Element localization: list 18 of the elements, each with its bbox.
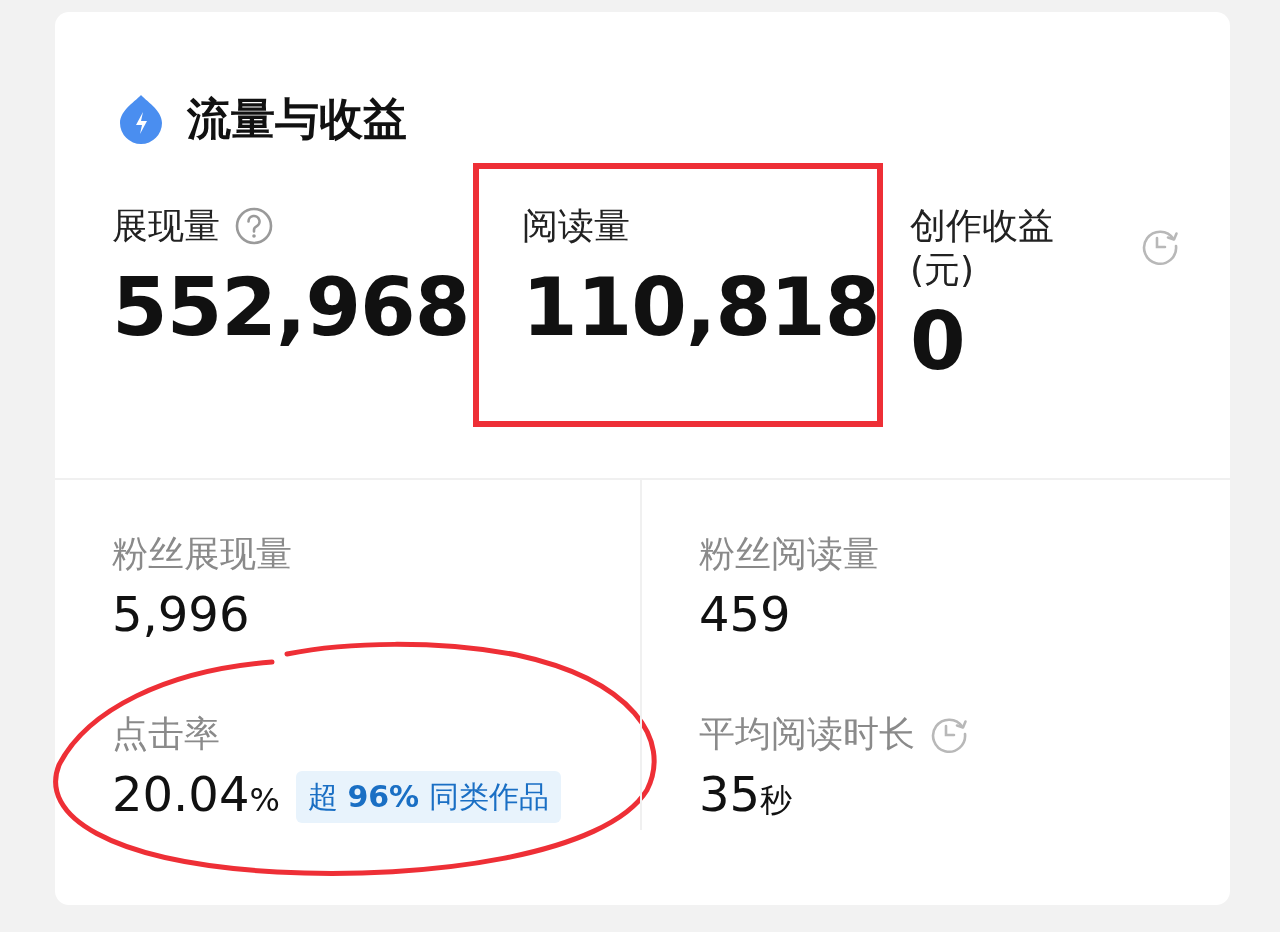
lightning-drop-icon bbox=[117, 94, 165, 144]
stat-value: 20.04% bbox=[112, 765, 280, 824]
stat-value: 5,996 bbox=[112, 585, 250, 644]
stat-label: 点击率 bbox=[112, 712, 220, 756]
stat-value: 0 bbox=[910, 294, 966, 390]
stat-label: 粉丝阅读量 bbox=[699, 532, 879, 576]
stat-value: 110,818 bbox=[522, 260, 881, 356]
stat-label: 阅读量 bbox=[522, 204, 630, 248]
stat-label: 粉丝展现量 bbox=[112, 532, 292, 576]
comparison-badge: 超 96% 同类作品 bbox=[295, 771, 561, 823]
stat-value: 552,968 bbox=[112, 260, 471, 356]
help-icon bbox=[234, 206, 274, 246]
stat-value: 35秒 bbox=[699, 765, 793, 824]
stat-label: 平均阅读时长 bbox=[699, 712, 915, 756]
stat-label: 展现量 bbox=[112, 204, 220, 248]
stat-value: 459 bbox=[699, 585, 791, 644]
section-title: 流量与收益 bbox=[187, 92, 407, 146]
stat-label: 创作收益(元) bbox=[910, 204, 1055, 292]
